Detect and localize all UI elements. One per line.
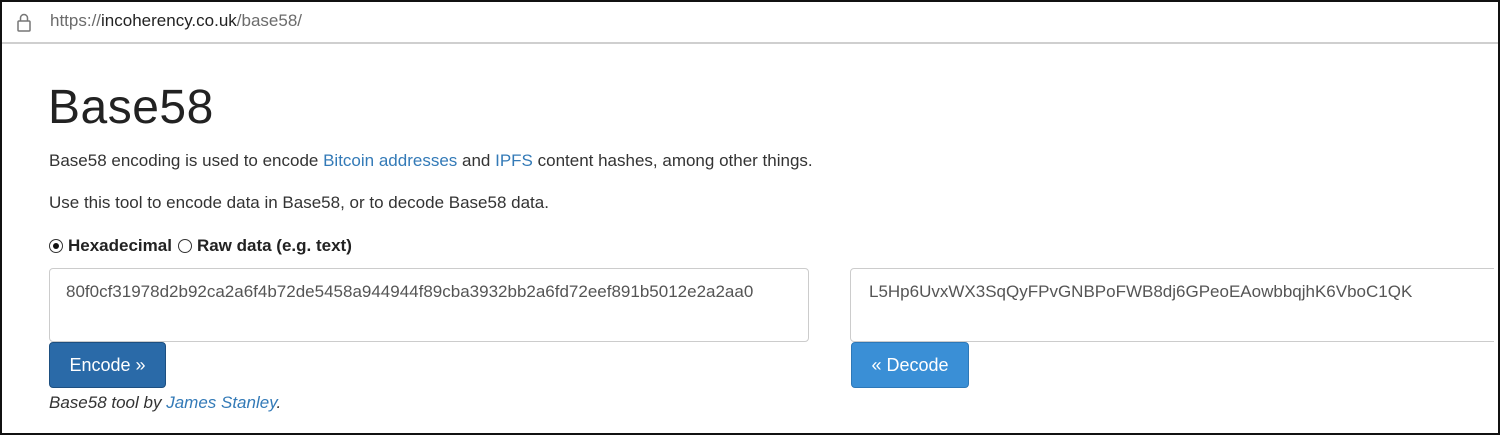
bitcoin-addresses-link[interactable]: Bitcoin addresses xyxy=(323,151,457,170)
browser-window: https://incoherency.co.uk/base58/ Base58… xyxy=(0,0,1500,435)
hexadecimal-radio[interactable] xyxy=(49,239,63,253)
lock-icon xyxy=(17,13,31,32)
address-bar[interactable]: https://incoherency.co.uk/base58/ xyxy=(2,2,1498,44)
intro-after: content hashes, among other things. xyxy=(532,151,813,170)
intro-text: Base58 encoding is used to encode Bitcoi… xyxy=(49,151,813,171)
url-path: /base58/ xyxy=(236,11,303,30)
footer-after: . xyxy=(276,393,282,412)
hex-input-textarea[interactable]: 80f0cf31978d2b92ca2a6f4b72de5458a944944f… xyxy=(49,268,809,342)
intro-middle: and xyxy=(457,151,496,170)
encode-button[interactable]: Encode » xyxy=(49,342,166,388)
raw-data-radio[interactable] xyxy=(177,239,192,253)
instructions-text: Use this tool to encode data in Base58, … xyxy=(49,193,549,212)
decode-button[interactable]: « Decode xyxy=(851,342,969,388)
footer-credit: Base58 tool by James Stanley. xyxy=(49,393,281,413)
url-prefix: https:// xyxy=(50,11,102,30)
raw-data-label[interactable]: Raw data (e.g. text) xyxy=(197,236,352,256)
format-radio-group: Hexadecimal Raw data (e.g. text) xyxy=(49,236,358,256)
james-stanley-link[interactable]: James Stanley xyxy=(166,393,276,412)
hexadecimal-label[interactable]: Hexadecimal xyxy=(68,236,172,256)
base58-input-textarea[interactable]: L5Hp6UvxWX3SqQyFPvGNBPoFWB8dj6GPeoEAowbb… xyxy=(850,268,1498,342)
footer-before: Base58 tool by xyxy=(49,393,167,412)
intro-before: Base58 encoding is used to encode xyxy=(49,151,324,170)
scrollbar[interactable] xyxy=(1494,44,1498,433)
page-title: Base58 xyxy=(48,81,214,134)
url-text[interactable]: https://incoherency.co.uk/base58/ xyxy=(50,11,302,31)
ipfs-link[interactable]: IPFS xyxy=(495,151,533,170)
url-host: incoherency.co.uk xyxy=(101,11,237,30)
